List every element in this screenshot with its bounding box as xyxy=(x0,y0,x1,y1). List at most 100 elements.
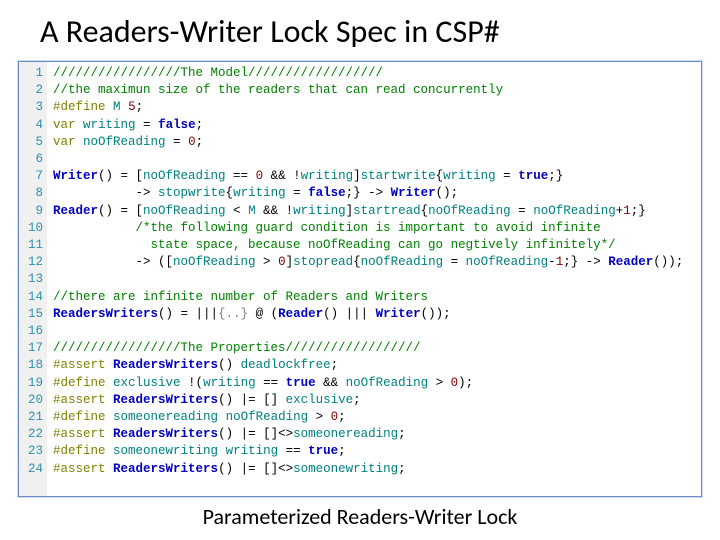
tok: noOfReading xyxy=(533,204,616,218)
tok: { xyxy=(226,186,234,200)
tok: ; xyxy=(196,118,204,132)
tok: #define xyxy=(53,444,106,458)
tok: () = ||| xyxy=(158,307,218,321)
code-line: /////////////////The Model//////////////… xyxy=(53,66,383,80)
code-line: state space, because noOfReading can go … xyxy=(53,238,616,252)
tok: var xyxy=(53,135,76,149)
tok: noOfReading xyxy=(173,255,256,269)
slide: A Readers-Writer Lock Spec in CSP# 1 2 3… xyxy=(0,0,720,540)
tok: Writer xyxy=(53,169,98,183)
tok: someonewriting xyxy=(293,462,398,476)
tok: writing xyxy=(443,169,496,183)
tok: ;} xyxy=(548,169,563,183)
tok: noOfReading xyxy=(83,135,166,149)
tok: -> xyxy=(53,186,158,200)
tok: () = [ xyxy=(98,204,143,218)
tok: 1 xyxy=(623,204,631,218)
tok: Reader xyxy=(53,204,98,218)
tok: #define xyxy=(53,376,106,390)
tok: = xyxy=(286,186,309,200)
tok: writing xyxy=(233,186,286,200)
tok: noOfReading xyxy=(361,255,444,269)
tok: noOfReading xyxy=(143,169,226,183)
tok: ); xyxy=(458,376,473,390)
tok: stopread xyxy=(293,255,353,269)
tok: > xyxy=(428,376,451,390)
tok: - xyxy=(548,255,556,269)
tok: false xyxy=(308,186,346,200)
tok: < xyxy=(226,204,249,218)
tok: Writer xyxy=(391,186,436,200)
tok: #define xyxy=(53,410,106,424)
tok: { xyxy=(353,255,361,269)
tok: () = [ xyxy=(98,169,143,183)
tok: someonereading xyxy=(293,427,398,441)
tok: deadlockfree xyxy=(241,358,331,372)
tok: = xyxy=(511,204,534,218)
tok: @ ( xyxy=(248,307,278,321)
tok: M xyxy=(113,100,121,114)
tok: writing xyxy=(226,444,279,458)
tok: () xyxy=(218,358,241,372)
tok: ;} -> xyxy=(346,186,391,200)
code-line: //there are infinite number of Readers a… xyxy=(53,290,428,304)
tok: !( xyxy=(181,376,204,390)
line-number-gutter: 1 2 3 4 5 6 7 8 9 10 11 12 13 14 15 16 1… xyxy=(19,62,47,496)
tok: someonewriting xyxy=(113,444,218,458)
slide-title: A Readers-Writer Lock Spec in CSP# xyxy=(18,12,702,51)
tok: () |= []<> xyxy=(218,427,293,441)
tok: stopwrite xyxy=(158,186,226,200)
tok: ;} xyxy=(631,204,646,218)
tok: 5 xyxy=(128,100,136,114)
tok: ReadersWriters xyxy=(113,427,218,441)
tok: noOfReading xyxy=(428,204,511,218)
tok: noOfReading xyxy=(226,410,309,424)
tok: () ||| xyxy=(323,307,376,321)
tok: writing xyxy=(203,376,256,390)
tok: ; xyxy=(338,444,346,458)
tok: #assert xyxy=(53,427,106,441)
tok: ; xyxy=(398,427,406,441)
tok: 0 xyxy=(331,410,339,424)
tok: 0 xyxy=(188,135,196,149)
tok: () |= [] xyxy=(218,393,286,407)
tok: #assert xyxy=(53,358,106,372)
tok: > xyxy=(308,410,331,424)
tok: true xyxy=(308,444,338,458)
tok: ; xyxy=(338,410,346,424)
tok: = xyxy=(496,169,519,183)
tok: noOfReading xyxy=(466,255,549,269)
tok: writing xyxy=(293,204,346,218)
tok: && xyxy=(316,376,346,390)
tok: ; xyxy=(353,393,361,407)
tok: (); xyxy=(436,186,459,200)
tok: exclusive xyxy=(113,376,181,390)
code-line: //the maximun size of the readers that c… xyxy=(53,83,503,97)
tok: ] xyxy=(286,255,294,269)
tok: ] xyxy=(353,169,361,183)
tok: #assert xyxy=(53,393,106,407)
tok: ReadersWriters xyxy=(113,358,218,372)
tok: && ! xyxy=(263,169,301,183)
tok: true xyxy=(518,169,548,183)
tok: = xyxy=(166,135,189,149)
tok: writing xyxy=(83,118,136,132)
code-content: /////////////////The Model//////////////… xyxy=(47,62,701,496)
tok: Reader xyxy=(608,255,653,269)
tok: ()); xyxy=(421,307,451,321)
code-box: 1 2 3 4 5 6 7 8 9 10 11 12 13 14 15 16 1… xyxy=(18,61,702,497)
tok: ReadersWriters xyxy=(53,307,158,321)
tok: #assert xyxy=(53,462,106,476)
tok: ; xyxy=(136,100,144,114)
tok: writing xyxy=(301,169,354,183)
tok: true xyxy=(286,376,316,390)
tok: #define xyxy=(53,100,106,114)
tok: ] xyxy=(346,204,354,218)
tok: ; xyxy=(196,135,204,149)
tok: noOfReading xyxy=(346,376,429,390)
tok: ReadersWriters xyxy=(113,393,218,407)
tok: Reader xyxy=(278,307,323,321)
tok: = xyxy=(136,118,159,132)
tok: && ! xyxy=(256,204,294,218)
tok: ; xyxy=(331,358,339,372)
